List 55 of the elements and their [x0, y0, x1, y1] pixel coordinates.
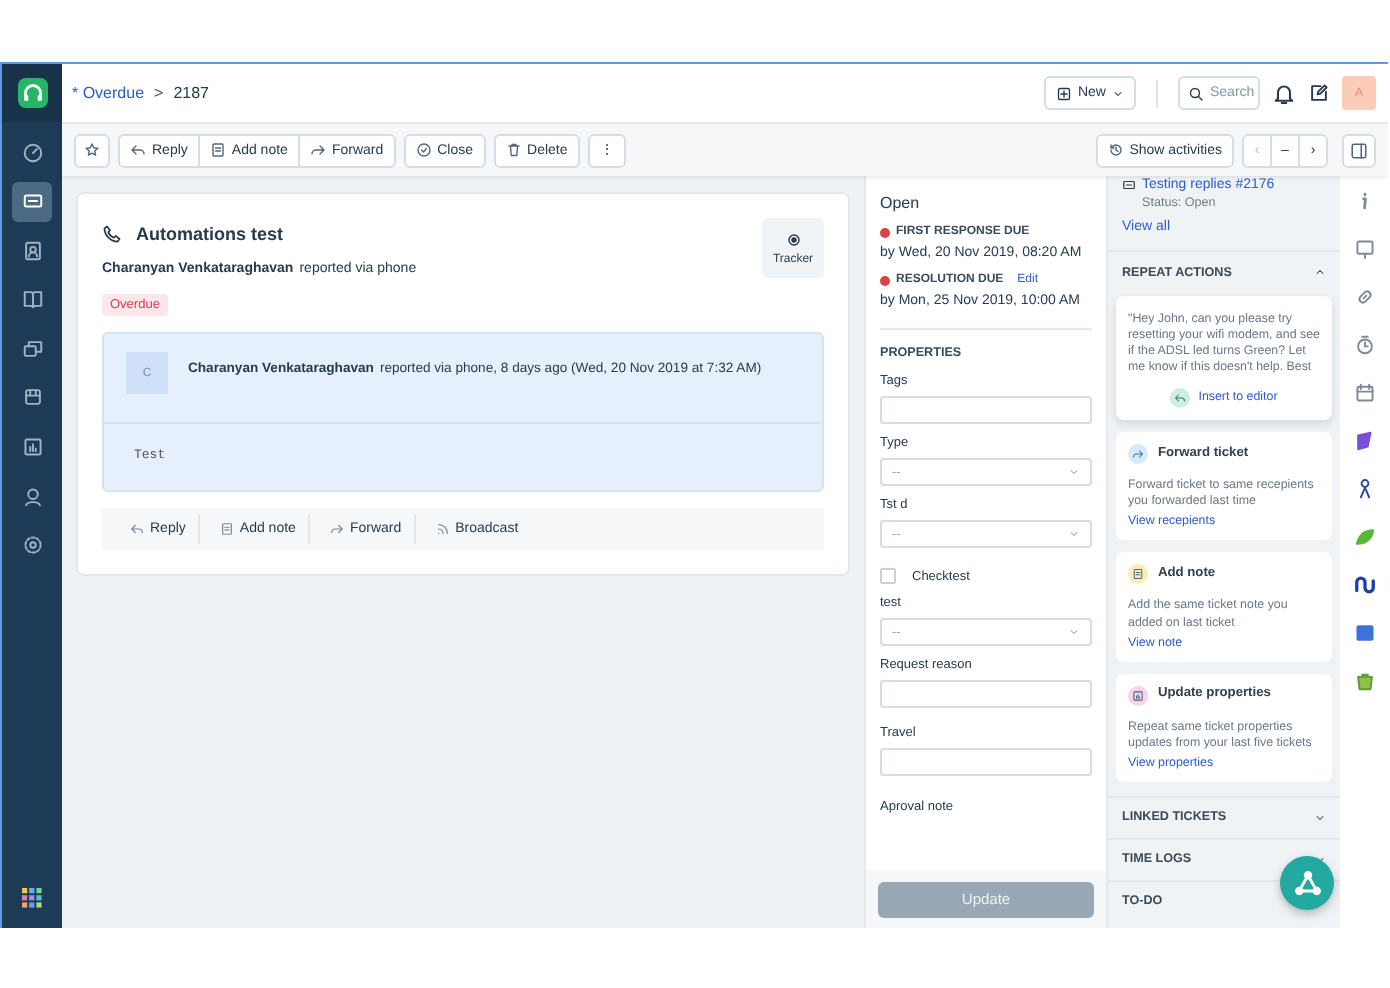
sidebar-panel-icon	[1350, 141, 1368, 159]
plus-square-icon	[1055, 85, 1072, 101]
chevron-icon[interactable]	[1314, 811, 1326, 824]
star-icon	[84, 142, 100, 158]
ticket-status: Open	[880, 194, 922, 212]
settings-icon[interactable]	[21, 534, 43, 557]
calendar-icon[interactable]	[1353, 382, 1375, 404]
panel-toggle-button[interactable]	[1342, 133, 1376, 167]
checkbox[interactable]	[880, 568, 896, 584]
screen-icon[interactable]	[1353, 238, 1375, 260]
wave-app-icon[interactable]	[1353, 574, 1375, 596]
note-icon	[219, 522, 234, 536]
bar-chart-icon[interactable]	[21, 436, 43, 459]
forward-arrow-icon	[309, 142, 326, 158]
compose-icon[interactable]	[1308, 82, 1330, 104]
phone-icon	[102, 224, 122, 244]
overdue-dot-icon	[880, 275, 890, 285]
link-icon[interactable]	[1353, 286, 1375, 308]
connected-nodes-icon	[1293, 869, 1321, 897]
contact-card-icon[interactable]	[21, 239, 43, 262]
person-icon[interactable]	[21, 485, 43, 508]
trash-icon	[505, 142, 522, 158]
forward-arrow-icon	[329, 522, 344, 536]
breadcrumb-separator: >	[154, 84, 164, 102]
chat-icon[interactable]	[21, 337, 43, 360]
gauge-icon[interactable]	[21, 141, 43, 163]
reply-arrow-icon	[130, 142, 146, 158]
overdue-dot-icon	[880, 227, 890, 237]
history-icon	[1107, 142, 1124, 158]
caret-icon	[1068, 626, 1080, 638]
bell-icon[interactable]	[1272, 81, 1296, 105]
ticket-icon	[1122, 178, 1136, 192]
headset-logo-icon[interactable]	[17, 78, 47, 108]
book-icon[interactable]	[21, 288, 43, 311]
breadcrumb-link[interactable]: * Overdue	[72, 84, 145, 102]
chevron-icon[interactable]	[1314, 266, 1326, 278]
broadcast-icon	[435, 522, 450, 536]
ticket-icon[interactable]	[21, 190, 43, 213]
text-field[interactable]	[880, 680, 1092, 708]
target-icon	[785, 231, 801, 247]
timer-icon[interactable]	[1353, 334, 1375, 356]
star-button[interactable]	[74, 133, 110, 167]
apps-grid-icon[interactable]	[22, 888, 42, 908]
text-field[interactable]	[880, 396, 1092, 424]
note-icon	[209, 142, 226, 158]
ticket-number: 2187	[173, 84, 209, 102]
reply-arrow-icon	[130, 522, 144, 536]
check-circle-icon	[415, 142, 432, 158]
caret-icon	[1068, 528, 1080, 540]
caret-icon	[1068, 466, 1080, 478]
search-icon	[1188, 85, 1204, 101]
caret-icon	[1112, 87, 1124, 99]
ticket-subject: Automations test	[136, 224, 284, 244]
text-field[interactable]	[880, 748, 1092, 776]
grid-box-icon[interactable]	[21, 386, 43, 409]
